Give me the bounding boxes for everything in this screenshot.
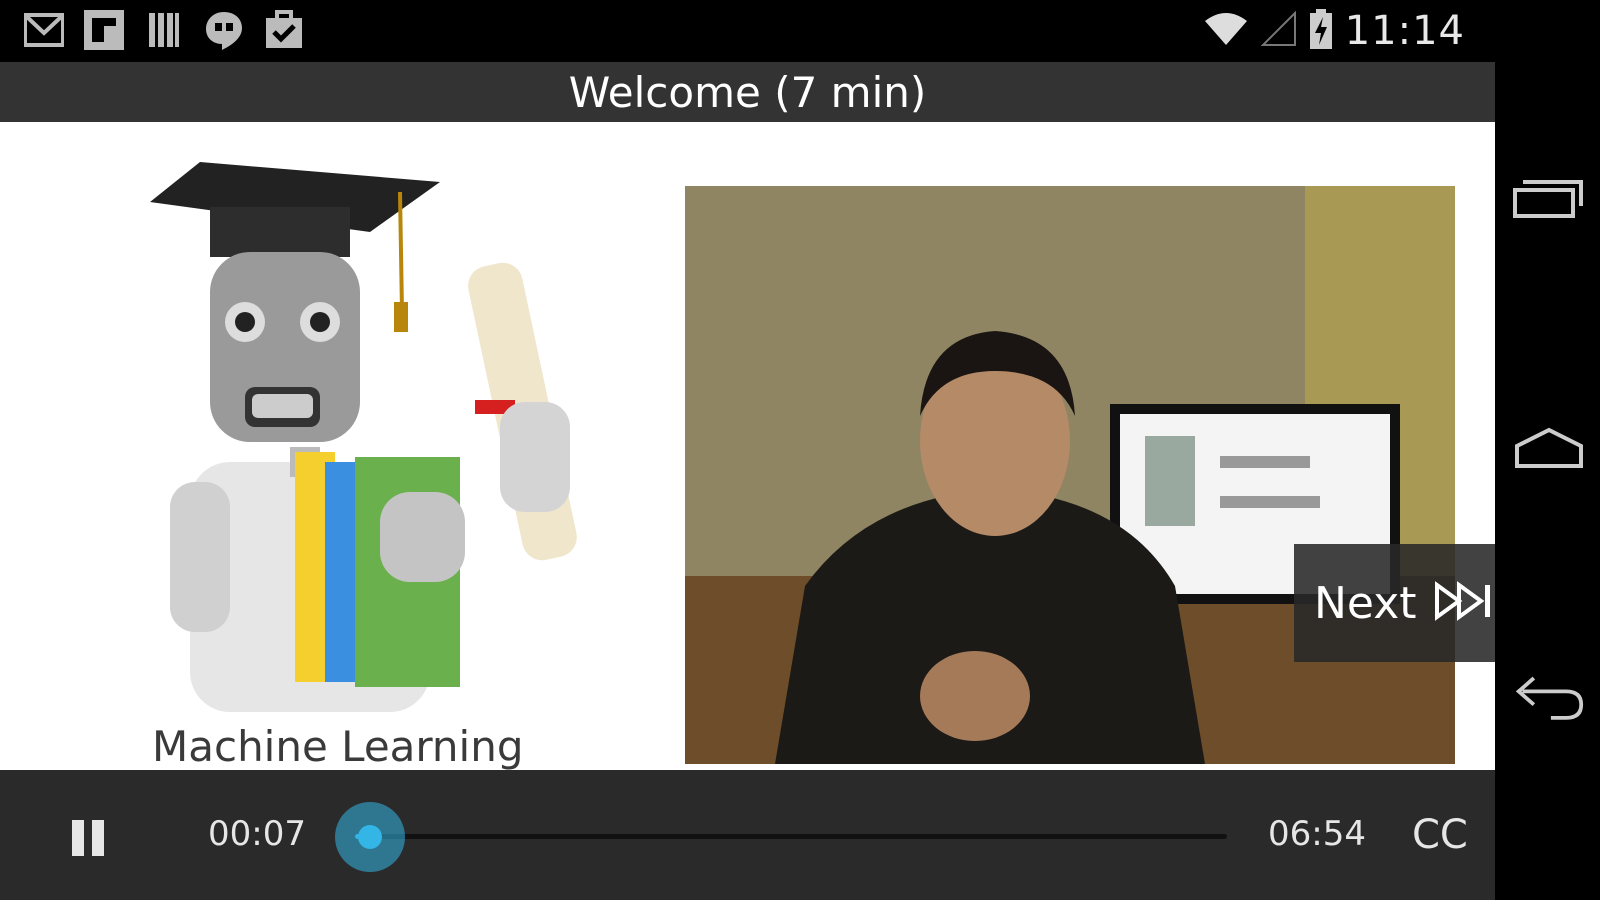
total-time: 06:54 xyxy=(1268,814,1366,854)
flipboard-icon xyxy=(84,10,124,50)
navigation-bar xyxy=(1495,0,1600,900)
signal-icon xyxy=(1260,10,1297,52)
gmail-icon xyxy=(24,10,64,50)
next-video-button[interactable]: Next xyxy=(1294,544,1495,662)
clock: 11:14 xyxy=(1344,8,1465,54)
robot-graduate-image xyxy=(150,162,577,712)
slide-caption: Machine Learning xyxy=(152,722,524,770)
status-bar: 11:14 xyxy=(0,0,1495,62)
library-icon xyxy=(144,10,184,50)
pause-icon[interactable] xyxy=(70,818,108,858)
seek-bar[interactable] xyxy=(334,802,1227,872)
captions-button[interactable]: CC xyxy=(1412,812,1468,858)
back-icon[interactable] xyxy=(1513,668,1585,728)
skip-next-icon xyxy=(1434,580,1495,626)
playback-controls: 00:07 06:54 CC xyxy=(0,770,1495,900)
speaker-image xyxy=(685,186,1455,764)
title-bar: Welcome (7 min) xyxy=(0,62,1495,122)
battery-charging-icon xyxy=(1309,8,1333,54)
recent-apps-icon[interactable] xyxy=(1513,168,1585,228)
next-label: Next xyxy=(1314,577,1417,629)
hangouts-icon xyxy=(204,10,244,50)
system-status: 11:14 xyxy=(1203,8,1465,54)
task-icon xyxy=(264,10,304,50)
video-player[interactable]: Machine Learning Next xyxy=(0,122,1495,770)
home-icon[interactable] xyxy=(1513,418,1585,478)
page-title: Welcome (7 min) xyxy=(568,67,927,117)
wifi-icon xyxy=(1203,11,1249,52)
notification-icons xyxy=(24,10,304,50)
speaker-video-frame xyxy=(685,186,1455,764)
current-time: 00:07 xyxy=(208,814,306,854)
seek-thumb[interactable] xyxy=(334,802,405,872)
